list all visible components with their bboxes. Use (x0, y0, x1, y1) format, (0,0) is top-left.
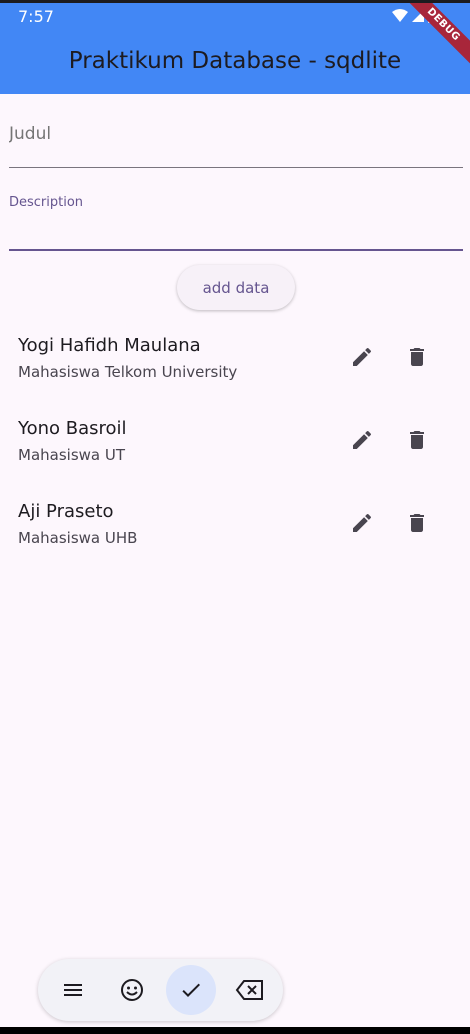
delete-icon (410, 431, 424, 449)
menu-icon (64, 984, 82, 996)
delete-button[interactable] (403, 509, 431, 537)
item-title: Yogi Hafidh Maulana (18, 335, 201, 356)
system-nav-bar (0, 1027, 470, 1034)
item-subtitle: Mahasiswa Telkom University (18, 363, 238, 381)
wifi-icon (392, 9, 408, 22)
edit-button[interactable] (348, 509, 376, 537)
delete-icon (410, 514, 424, 532)
keyboard-done-button[interactable] (166, 965, 216, 1015)
edit-icon (353, 430, 372, 449)
keyboard-toolbar (38, 959, 283, 1021)
judul-field[interactable] (9, 94, 463, 168)
judul-input[interactable] (9, 124, 463, 144)
add-data-button[interactable]: add data (177, 265, 295, 310)
emoji-icon (121, 979, 143, 1001)
edit-icon (353, 513, 372, 532)
delete-icon (410, 348, 424, 366)
backspace-icon (235, 980, 263, 1000)
description-input[interactable] (9, 217, 463, 235)
edit-button[interactable] (348, 426, 376, 454)
list-item: Yono Basroil Mahasiswa UT (0, 408, 470, 491)
keyboard-emoji-button[interactable] (107, 965, 157, 1015)
item-subtitle: Mahasiswa UT (18, 446, 125, 464)
item-subtitle: Mahasiswa UHB (18, 529, 138, 547)
keyboard-menu-button[interactable] (48, 965, 98, 1015)
app-bar: 7:57 Praktikum Database - sqdlite DEBUG (0, 3, 470, 94)
keyboard-backspace-button[interactable] (225, 965, 275, 1015)
list-item: Aji Praseto Mahasiswa UHB (0, 491, 470, 574)
check-icon (182, 983, 200, 997)
list-item: Yogi Hafidh Maulana Mahasiswa Telkom Uni… (0, 325, 470, 408)
delete-button[interactable] (403, 426, 431, 454)
item-title: Aji Praseto (18, 501, 114, 522)
data-list: Yogi Hafidh Maulana Mahasiswa Telkom Uni… (0, 325, 470, 574)
item-title: Yono Basroil (18, 418, 127, 439)
status-time: 7:57 (18, 7, 54, 26)
description-field[interactable]: Description (9, 191, 463, 251)
delete-button[interactable] (403, 343, 431, 371)
app-screen: 7:57 Praktikum Database - sqdlite DEBUG … (0, 3, 470, 1027)
edit-icon (353, 347, 372, 366)
page-title: Praktikum Database - sqdlite (68, 48, 402, 74)
description-label: Description (9, 195, 84, 210)
edit-button[interactable] (348, 343, 376, 371)
